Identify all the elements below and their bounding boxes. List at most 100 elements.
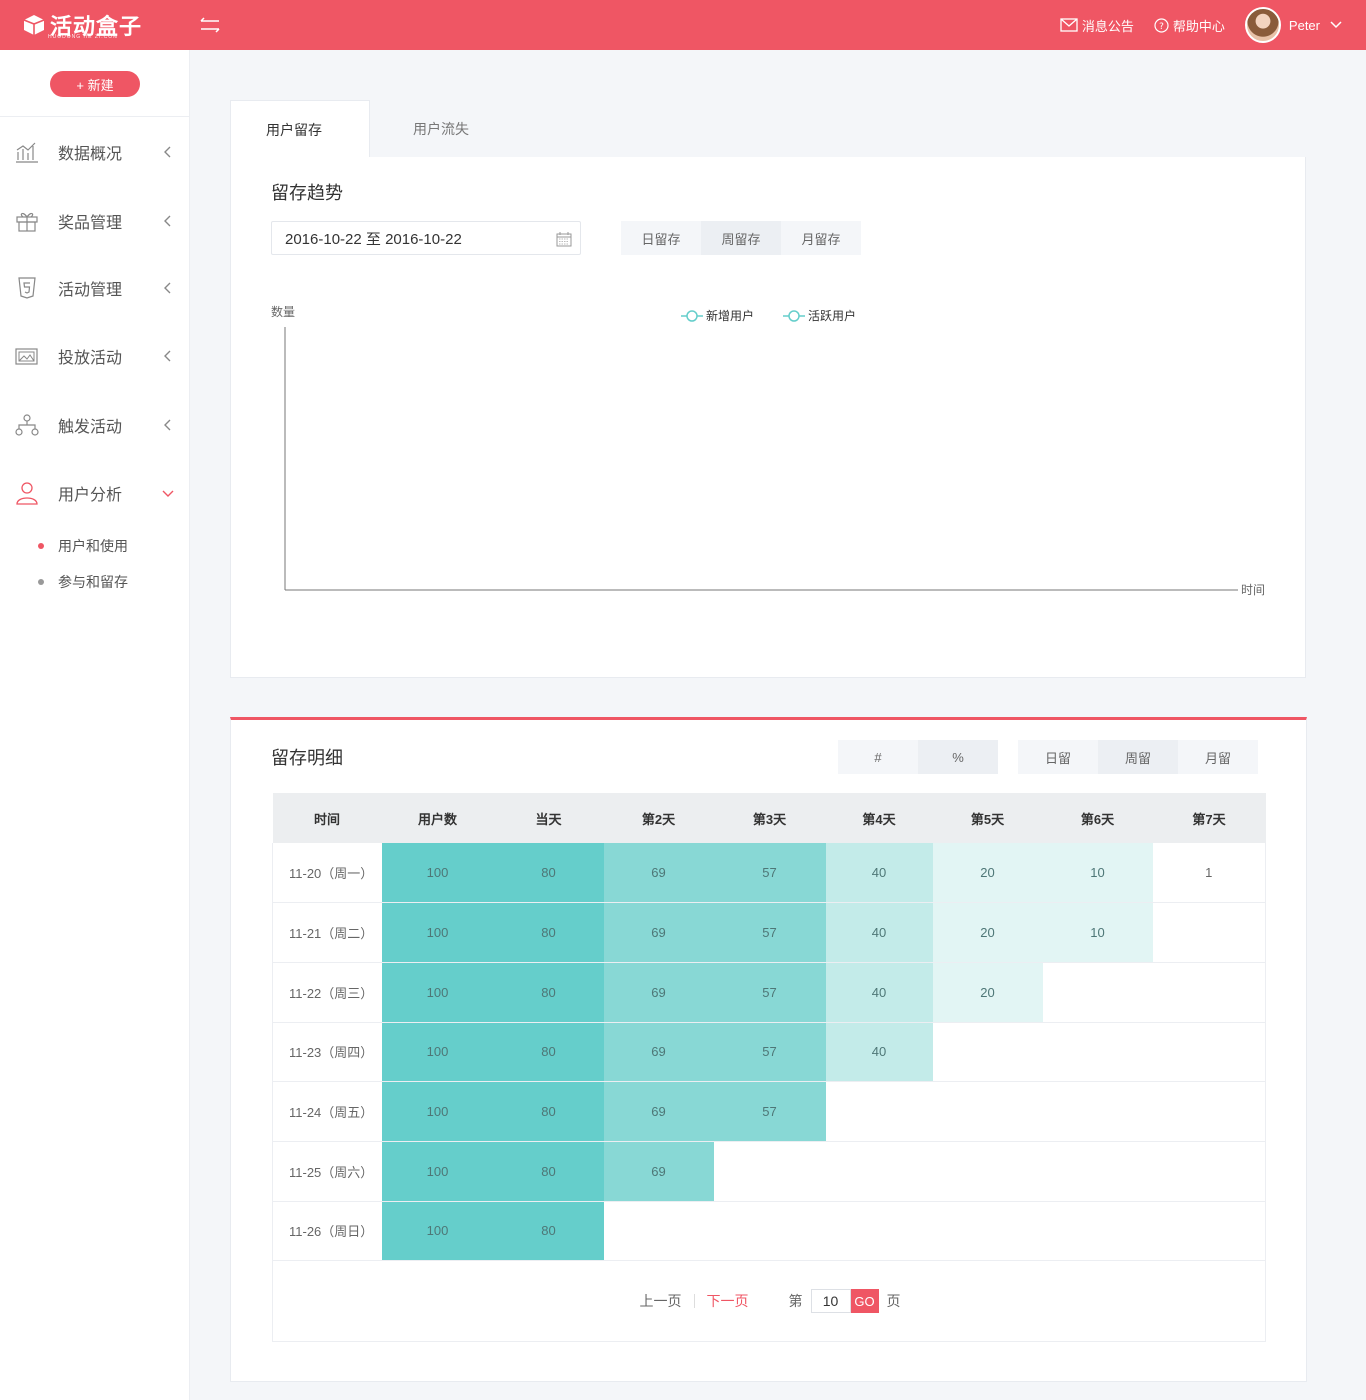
notice-link[interactable]: 消息公告 (1060, 16, 1134, 35)
empty-cell (1152, 1201, 1266, 1262)
retention-cell: 69 (603, 1022, 714, 1083)
sidebar-item-triggers[interactable]: 触发活动 (0, 405, 190, 445)
html5-icon (18, 277, 36, 299)
sidebar-item-user-analysis[interactable]: 用户分析 (0, 473, 190, 513)
empty-cell (713, 1141, 826, 1202)
mail-icon (1060, 18, 1078, 32)
box-logo-icon (22, 13, 46, 37)
sidebar-item-label: 触发活动 (58, 419, 123, 436)
pager-divider (693, 1294, 695, 1308)
segment-weekly[interactable]: 周留存 (701, 221, 781, 255)
column-header: 第3天 (713, 793, 826, 843)
retention-cell: 57 (713, 902, 826, 963)
empty-cell (1152, 962, 1266, 1023)
date-range-input[interactable]: 2016-10-22 至 2016-10-22 (271, 221, 581, 255)
tab-user-churn[interactable]: 用户流失 (371, 100, 511, 158)
segment-daily[interactable]: 日留存 (621, 221, 701, 255)
row-date: 11-21（周二） (272, 902, 382, 963)
chart-legend: 新增用户 活跃用户 (681, 308, 856, 323)
bullet-dot (38, 543, 44, 549)
empty-cell (1152, 1022, 1266, 1083)
new-button[interactable]: + 新建 (50, 71, 140, 97)
segment-daily[interactable]: 日留 (1018, 740, 1098, 774)
retention-cell: 100 (381, 962, 494, 1023)
x-axis-label: 时间 (1241, 583, 1265, 597)
column-header: 第4天 (825, 793, 933, 843)
sidebar-item-label: 数据概况 (58, 146, 123, 163)
table-row: 11-26（周日） 100 80 (272, 1201, 1266, 1262)
retention-cell: 20 (932, 962, 1043, 1023)
user-icon (16, 482, 38, 505)
sidebar-item-placement[interactable]: 投放活动 (0, 336, 190, 376)
column-header: 当天 (493, 793, 604, 843)
page-number-input[interactable]: 10 (810, 1289, 851, 1313)
prev-page-link[interactable]: 上一页 (640, 1291, 682, 1311)
logo[interactable]: 活动盒子 HUODONG HE ZI.COM (22, 9, 142, 41)
row-date: 11-20（周一） (272, 843, 382, 904)
sidebar-subitem-usage[interactable]: 用户和使用 (38, 536, 128, 556)
retention-cell: 100 (381, 1201, 494, 1262)
retention-detail-panel: 留存明细 # % 日留 周留 月留 时间 用户数 当天 第2天 第3天 第4天 第5天 第6天… (230, 717, 1307, 1382)
value-mode-toggle: # % (838, 740, 998, 774)
chevron-left-icon (164, 282, 171, 294)
sidebar-item-overview[interactable]: 数据概况 (0, 132, 190, 172)
segment-monthly[interactable]: 月留 (1178, 740, 1258, 774)
sidebar-divider (0, 116, 190, 117)
sidebar-item-prizes[interactable]: 奖品管理 (0, 201, 190, 241)
column-header: 第7天 (1152, 793, 1266, 843)
sidebar-toggle-icon[interactable] (198, 16, 222, 34)
panel-title: 留存趋势 (271, 183, 343, 203)
sidebar-item-label: 活动管理 (58, 282, 123, 299)
table-row: 11-22（周三） 100 80 69 57 40 20 (272, 962, 1266, 1023)
empty-cell (603, 1201, 714, 1262)
help-link[interactable]: ? 帮助中心 (1154, 16, 1225, 35)
go-button[interactable]: GO (850, 1289, 879, 1313)
user-name: Peter (1288, 17, 1320, 33)
retention-cell: 57 (713, 1081, 826, 1142)
retention-cell: 57 (713, 843, 826, 904)
table-row: 11-24（周五） 100 80 69 57 (272, 1081, 1266, 1142)
user-menu[interactable]: Peter (1244, 7, 1346, 43)
segment-weekly[interactable]: 周留 (1098, 740, 1178, 774)
retention-cell: 80 (493, 1201, 604, 1262)
tab-user-retention[interactable]: 用户留存 (230, 100, 370, 158)
chevron-left-icon (164, 215, 171, 227)
retention-cell: 10 (1042, 843, 1153, 904)
empty-cell (932, 1022, 1043, 1083)
retention-cell: 40 (825, 962, 933, 1023)
chart-line-icon (16, 142, 38, 163)
empty-cell (1152, 902, 1266, 963)
calendar-icon[interactable] (556, 231, 572, 247)
empty-cell (1042, 1201, 1153, 1262)
top-bar: 活动盒子 HUODONG HE ZI.COM 消息公告 ? 帮助中心 Peter (0, 0, 1366, 50)
column-header: 用户数 (381, 793, 494, 843)
sidebar-subitem-label: 参与和留存 (58, 574, 128, 590)
sidebar-subitem-label: 用户和使用 (58, 538, 128, 554)
sidebar-subitem-retention[interactable]: 参与和留存 (38, 572, 128, 592)
legend-entry[interactable]: 新增用户 (681, 308, 754, 323)
page-prefix: 第 (788, 1293, 803, 1309)
page-suffix: 页 (886, 1293, 901, 1309)
segment-monthly[interactable]: 月留存 (781, 221, 861, 255)
segment-count[interactable]: # (838, 740, 918, 774)
pagination-box: 上一页 下一页 第 10 GO 页 (272, 1260, 1266, 1342)
next-page-link[interactable]: 下一页 (707, 1291, 749, 1311)
legend-marker (686, 310, 698, 322)
table-row: 11-20（周一） 100 80 69 57 40 20 10 1 (272, 843, 1266, 904)
empty-cell (1042, 1081, 1153, 1142)
notice-label: 消息公告 (1081, 18, 1134, 34)
empty-cell (1042, 1022, 1153, 1083)
segment-percent[interactable]: % (918, 740, 998, 774)
retention-cell: 40 (825, 843, 933, 904)
retention-cell: 100 (381, 1081, 494, 1142)
table-header-row: 时间 用户数 当天 第2天 第3天 第4天 第5天 第6天 第7天 (272, 793, 1266, 843)
retention-cell: 69 (603, 902, 714, 963)
help-icon: ? (1154, 17, 1169, 33)
column-header: 第6天 (1042, 793, 1153, 843)
sidebar-item-label: 用户分析 (58, 487, 123, 504)
retention-line-chart: 数量 时间 新增用户 活跃用户 (271, 304, 1265, 597)
image-icon (15, 348, 38, 365)
sidebar-item-activities[interactable]: 活动管理 (0, 268, 190, 308)
legend-entry[interactable]: 活跃用户 (783, 308, 856, 323)
legend-label: 活跃用户 (808, 308, 856, 323)
